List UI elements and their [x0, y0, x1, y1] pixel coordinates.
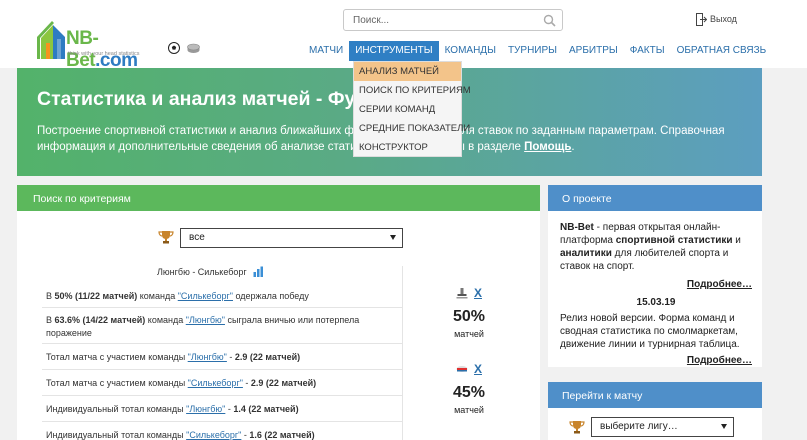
prediction-block: X 45% матчей — [439, 362, 499, 415]
football-icon[interactable] — [168, 42, 180, 54]
stat-value: 63.6% (14/22 матчей) — [54, 315, 146, 325]
team-crest-icon — [456, 366, 468, 372]
season-select-value: все — [189, 232, 205, 243]
menu-item-match-analysis[interactable]: Анализ матчей — [354, 62, 461, 81]
menu-item-averages[interactable]: Средние показатели — [354, 119, 470, 138]
about-content: NB-Bet - первая открытая онлайн-платформ… — [560, 221, 752, 367]
tools-dropdown-menu: Анализ матчей Поиск по критериям Серии к… — [353, 61, 471, 157]
stat-value: 50% (11/22 матчей) — [54, 291, 138, 301]
nav-item-feedback[interactable]: Обратная связь — [671, 41, 773, 61]
house-logo-icon — [37, 21, 65, 59]
stat-text: одержала победу — [232, 291, 309, 301]
stat-text: - — [226, 352, 235, 362]
about-brand: NB-Bet — [560, 222, 594, 233]
team-link[interactable]: "Люнгбю" — [186, 315, 225, 325]
goto-panel-title: Перейти к матчу — [548, 382, 762, 408]
logo-text: NB-Bet.com — [66, 28, 169, 72]
about-text: NB-Bet - первая открытая онлайн-платформ… — [560, 221, 752, 273]
search-input[interactable] — [353, 13, 533, 28]
logo-main-text: NB-Bet — [66, 28, 99, 71]
read-more-link[interactable]: Подробнее… — [560, 278, 752, 291]
about-bold-part: аналитики — [560, 248, 612, 259]
hero-lead-end: . — [571, 141, 575, 153]
prediction-label: матчей — [454, 329, 484, 339]
about-panel: О проекте NB-Bet - первая открытая онлай… — [548, 185, 762, 367]
stat-text: В — [46, 291, 55, 301]
about-panel-title: О проекте — [548, 185, 762, 211]
read-more-link[interactable]: Подробнее… — [560, 354, 752, 367]
stat-value: 1.6 (22 матчей) — [249, 430, 315, 440]
page-title: Статистика и анализ матчей - Фу — [37, 88, 356, 110]
stat-text: команда — [145, 315, 186, 325]
about-bold-part: спортивной статистики — [615, 235, 733, 246]
news-text: Релиз новой версии. Форма команд и сводн… — [560, 313, 740, 350]
column-divider — [402, 266, 403, 440]
nav-item-referees[interactable]: Арбитры — [563, 41, 624, 61]
stat-value: 1.4 (22 матчей) — [233, 404, 299, 414]
about-text-part: и — [732, 235, 741, 246]
help-link[interactable]: Помощь — [524, 141, 571, 153]
criteria-panel-title: Поиск по критериям — [17, 185, 540, 211]
stat-row: Тотал матча с участием команды "Силькебо… — [42, 370, 402, 396]
prediction-block: X 50% матчей — [439, 286, 499, 339]
team-link[interactable]: "Силькеборг" — [186, 430, 241, 440]
search-icon[interactable] — [543, 14, 556, 27]
stat-text: Тотал матча с участием команды — [46, 352, 188, 362]
prediction-percent: 50% — [452, 308, 486, 325]
league-select-value: выберите лигу… — [600, 421, 678, 432]
team-link[interactable]: "Силькеборг" — [188, 378, 243, 388]
criteria-search-panel: Поиск по критериям все Люнгбю - Силькебо… — [17, 185, 540, 440]
stat-row: Индивидуальный тотал команды "Люнгбю" - … — [42, 396, 402, 422]
stat-text: Индивидуальный тотал команды — [46, 430, 187, 440]
team-link[interactable]: "Люнгбю" — [188, 352, 227, 362]
chevron-down-icon — [721, 424, 727, 429]
menu-item-criteria-search[interactable]: Поиск по критериям — [354, 81, 471, 100]
menu-item-constructor[interactable]: Конструктор — [354, 138, 461, 157]
logout-icon — [696, 12, 707, 26]
nav-item-matches[interactable]: Матчи — [303, 41, 349, 61]
news-date: 15.03.19 — [636, 297, 676, 308]
main-nav: Матчи Инструменты Команды Турниры Арбитр… — [303, 41, 772, 61]
nav-item-tools[interactable]: Инструменты — [349, 41, 439, 61]
nav-item-facts[interactable]: Факты — [624, 41, 671, 61]
logo-tagline: think with your head statistics — [68, 51, 140, 57]
match-title-text: Люнгбю - Силькеборг — [157, 267, 247, 277]
chevron-down-icon — [390, 235, 396, 240]
league-select[interactable]: выберите лигу… — [591, 417, 734, 437]
stat-row: Тотал матча с участием команды "Люнгбю" … — [42, 344, 402, 370]
prediction-outcome-link[interactable]: X — [474, 286, 482, 300]
stat-rows: В 50% (11/22 матчей) команда "Силькеборг… — [42, 286, 402, 440]
goto-match-panel: Перейти к матчу выберите лигу… — [548, 382, 762, 440]
stat-value: 2.9 (22 матчей) — [234, 352, 301, 362]
trophy-icon — [158, 231, 174, 244]
stat-text: команда — [137, 291, 178, 301]
stat-row: В 50% (11/22 матчей) команда "Силькеборг… — [42, 286, 402, 308]
menu-item-team-series[interactable]: Серии команд — [354, 100, 461, 119]
stat-row: В 63.6% (14/22 матчей) команда "Люнгбю" … — [42, 308, 402, 344]
search-box — [343, 9, 563, 31]
stat-text: - — [242, 378, 251, 388]
site-logo[interactable]: NB-Bet.com think with your head statisti… — [37, 16, 169, 71]
logout-link[interactable]: Выход — [696, 12, 737, 26]
stats-chart-icon[interactable] — [253, 266, 264, 277]
prediction-label: матчей — [454, 405, 484, 415]
stat-text: В — [46, 315, 55, 325]
team-crest-icon — [456, 288, 468, 299]
stat-text: Тотал матча с участием команды — [46, 378, 188, 388]
stat-row: Индивидуальный тотал команды "Силькеборг… — [42, 422, 402, 440]
prediction-outcome-link[interactable]: X — [474, 362, 482, 376]
nav-item-tournaments[interactable]: Турниры — [502, 41, 563, 61]
nav-item-teams[interactable]: Команды — [439, 41, 502, 61]
hockey-puck-icon[interactable] — [187, 43, 200, 54]
match-title: Люнгбю - Силькеборг — [157, 266, 264, 277]
team-link[interactable]: "Силькеборг" — [178, 291, 233, 301]
logout-label: Выход — [710, 14, 737, 24]
stat-text: Индивидуальный тотал команды — [46, 404, 187, 414]
site-header: NB-Bet.com think with your head statisti… — [0, 0, 807, 71]
prediction-percent: 45% — [452, 384, 486, 401]
season-select[interactable]: все — [180, 228, 403, 248]
team-link[interactable]: "Люнгбю" — [186, 404, 225, 414]
stat-value: 2.9 (22 матчей) — [250, 378, 317, 388]
trophy-icon — [569, 421, 585, 434]
